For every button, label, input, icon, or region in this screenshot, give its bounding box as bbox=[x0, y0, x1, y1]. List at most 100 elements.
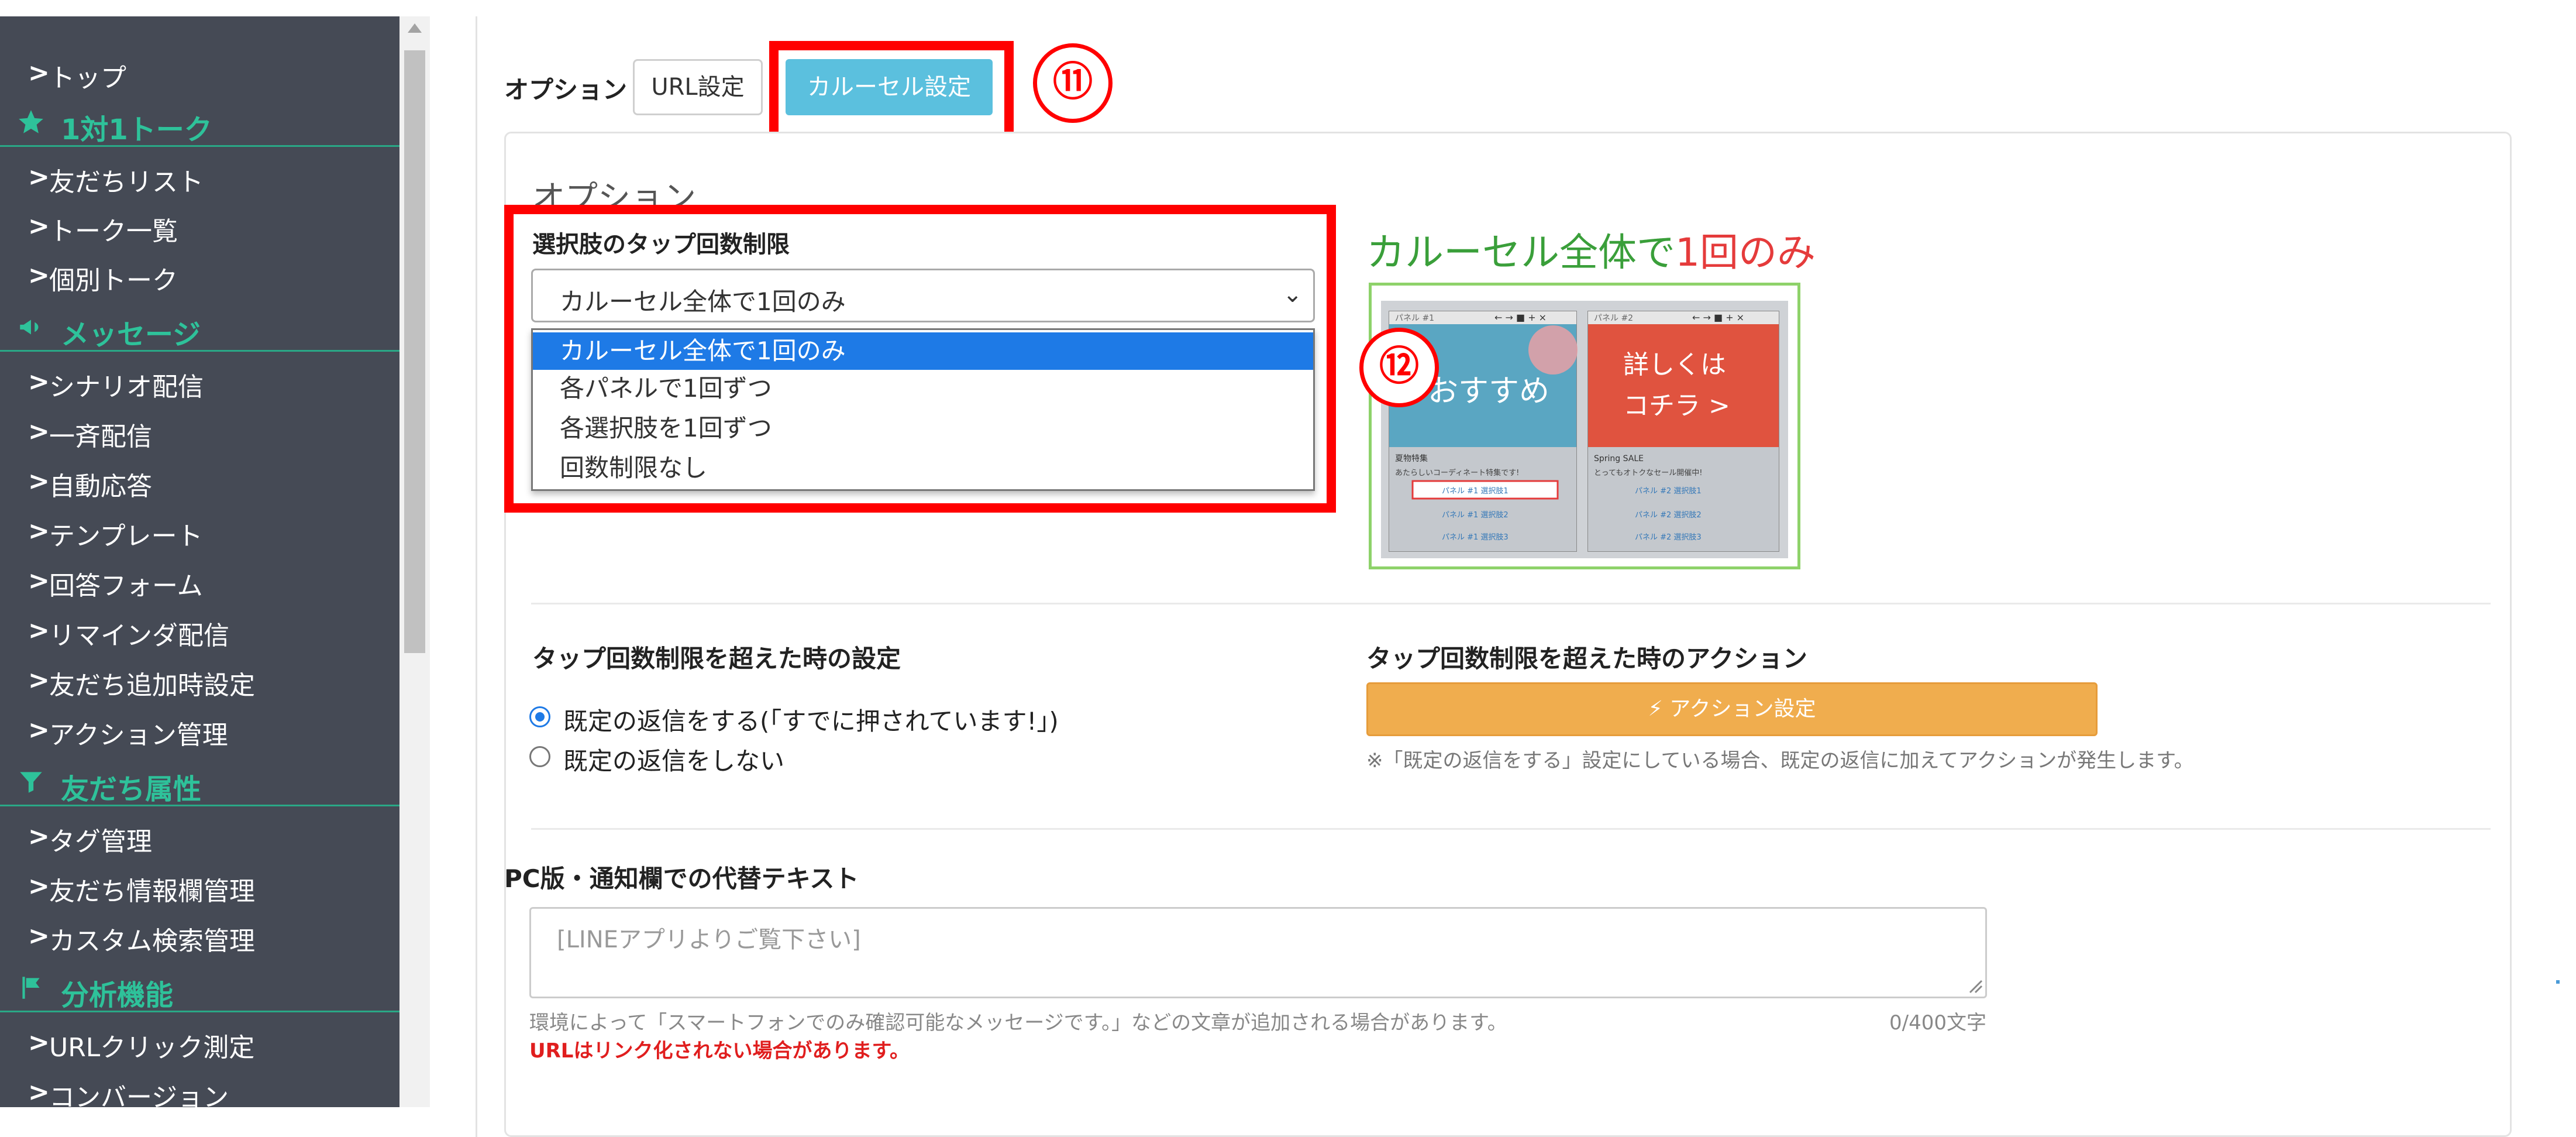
panel2-desc: とってもオトクなセール開催中! bbox=[1594, 469, 1703, 478]
star-icon bbox=[19, 110, 43, 133]
over-limit-radio-default-reply[interactable]: 既定の返信をする(「すでに押されています!」) bbox=[529, 699, 1290, 736]
sidebar-item-label: 友だち情報欄管理 bbox=[49, 877, 255, 906]
sidebar-item-top[interactable]: > トップ bbox=[0, 47, 400, 97]
callout-box-12 bbox=[504, 205, 1336, 513]
alt-text-hint: 環境によって「スマートフォンでのみ確認可能なメッセージです。」などの文章が追加さ… bbox=[529, 1011, 1507, 1035]
sidebar-section-message: メッセージ bbox=[0, 302, 400, 352]
flag-icon bbox=[22, 977, 40, 999]
preview-caption-part: で bbox=[1637, 230, 1675, 275]
sidebar-item-label: 自動応答 bbox=[49, 472, 152, 501]
panel1-choice: パネル #1 選択肢2 bbox=[1442, 510, 1509, 520]
sidebar-item-action-management[interactable]: > アクション管理 bbox=[0, 704, 400, 754]
sidebar-item-broadcast[interactable]: > 一斉配信 bbox=[0, 406, 400, 455]
sidebar-item-auto-reply[interactable]: > 自動応答 bbox=[0, 455, 400, 505]
section-divider bbox=[531, 603, 2491, 604]
scrollbar-thumb[interactable] bbox=[404, 50, 425, 653]
sidebar-section-analytics: 分析機能 bbox=[0, 963, 400, 1012]
sidebar-item-label: カスタム検索管理 bbox=[49, 926, 255, 956]
sidebar-item-answer-form[interactable]: > 回答フォーム bbox=[0, 555, 400, 604]
carousel-preview-image: パネル #1 ← → ■ + × おすすめ 夏物特集 あたらしいコーディネート特… bbox=[1369, 283, 1800, 569]
sidebar-section-one-on-one-talk: 1対1トーク bbox=[0, 97, 400, 147]
panel1-desc: あたらしいコーディネート特集です! bbox=[1395, 468, 1519, 478]
sidebar-item-label: 一斉配信 bbox=[49, 422, 152, 452]
sidebar-item-label: 友だちリスト bbox=[49, 167, 204, 197]
sidebar-item-label: URLクリック測定 bbox=[49, 1033, 255, 1063]
alt-text-label: PC版・通知欄での代替テキスト bbox=[504, 864, 859, 893]
scroll-up-arrow-icon[interactable] bbox=[408, 23, 422, 33]
sidebar-scrollbar[interactable] bbox=[400, 16, 430, 1107]
chevron-right-icon: > bbox=[28, 822, 50, 851]
panel1-choice: パネル #1 選択肢1 bbox=[1442, 486, 1509, 496]
resize-handle-icon[interactable] bbox=[1968, 978, 1983, 994]
chevron-right-icon: > bbox=[28, 260, 50, 290]
chevron-right-icon: > bbox=[28, 516, 50, 546]
sidebar-item-talk-list[interactable]: > トーク一覧 bbox=[0, 200, 400, 250]
radio-button[interactable] bbox=[529, 746, 550, 767]
panel2-choice: パネル #2 選択肢3 bbox=[1635, 533, 1702, 542]
sidebar-section-friend-attributes: 友だち属性 bbox=[0, 757, 400, 806]
sidebar-item-friend-list[interactable]: > 友だちリスト bbox=[0, 151, 400, 201]
megaphone-icon bbox=[20, 320, 39, 335]
sidebar-item-url-click[interactable]: > URLクリック測定 bbox=[0, 1016, 400, 1066]
preview-caption: カルーセル全体で1回のみ bbox=[1366, 221, 1816, 277]
chevron-right-icon: > bbox=[28, 162, 50, 192]
sidebar-item-label: アクション管理 bbox=[49, 720, 228, 750]
sidebar-item-tag-management[interactable]: > タグ管理 bbox=[0, 810, 400, 860]
sidebar-item-friend-info-fields[interactable]: > 友だち情報欄管理 bbox=[0, 860, 400, 910]
url-settings-button[interactable]: URL設定 bbox=[633, 59, 763, 115]
action-note: ※「既定の返信をする」設定にしている場合、既定の返信に加えてアクションが発生しま… bbox=[1366, 749, 2194, 772]
panel2-choice: パネル #2 選択肢1 bbox=[1635, 486, 1702, 496]
preview-caption-part: カルーセル全体 bbox=[1366, 230, 1637, 275]
sidebar-item-label: テンプレート bbox=[49, 521, 203, 551]
sidebar-item-label: シナリオ配信 bbox=[49, 372, 204, 402]
over-limit-radio-no-reply[interactable]: 既定の返信をしない bbox=[529, 739, 1290, 775]
sidebar-item-reminder[interactable]: > リマインダ配信 bbox=[0, 604, 400, 654]
content-divider bbox=[476, 16, 477, 1137]
preview-caption-part: 1回のみ bbox=[1675, 230, 1816, 275]
panel1-choice: パネル #1 選択肢3 bbox=[1442, 533, 1509, 542]
filter-icon bbox=[20, 772, 42, 793]
chevron-right-icon: > bbox=[28, 367, 50, 397]
action-settings-button[interactable]: ⚡ アクション設定 bbox=[1366, 682, 2098, 736]
sidebar-section-label: 1対1トーク bbox=[61, 114, 212, 146]
sidebar-item-label: トップ bbox=[49, 63, 126, 93]
radio-label: 既定の返信をする(「すでに押されています!」) bbox=[563, 707, 1059, 736]
section-divider bbox=[531, 828, 2491, 830]
sidebar: > トップ 1対1トーク > 友だちリスト > トーク一覧 > 個別トーク メッ… bbox=[0, 16, 400, 1107]
sidebar-section-label: 友だち属性 bbox=[61, 773, 202, 806]
alt-text-warning: URLはリンク化されない場合があります。 bbox=[529, 1039, 910, 1063]
sidebar-item-label: トーク一覧 bbox=[49, 217, 178, 246]
sidebar-item-conversion[interactable]: > コンバージョン bbox=[0, 1066, 400, 1107]
sidebar-section-label: メッセージ bbox=[61, 318, 201, 351]
chevron-right-icon: > bbox=[28, 871, 50, 901]
panel2-image-text: 詳しくは bbox=[1623, 350, 1726, 380]
panel2-choice: パネル #2 選択肢2 bbox=[1635, 510, 1702, 520]
sidebar-item-custom-search[interactable]: > カスタム検索管理 bbox=[0, 910, 400, 960]
panel2-image-text: コチラ > bbox=[1623, 391, 1730, 421]
radio-button-checked[interactable] bbox=[529, 706, 550, 727]
sidebar-item-label: 回答フォーム bbox=[49, 571, 203, 601]
chevron-right-icon: > bbox=[28, 417, 50, 446]
callout-number-11: ⑪ bbox=[1033, 43, 1113, 123]
sidebar-item-template[interactable]: > テンプレート bbox=[0, 505, 400, 555]
over-limit-action-label: タップ回数制限を超えた時のアクション bbox=[1366, 644, 1807, 673]
sidebar-item-scenario[interactable]: > シナリオ配信 bbox=[0, 356, 400, 406]
callout-box-11 bbox=[769, 41, 1014, 142]
chevron-right-icon: > bbox=[28, 1028, 50, 1057]
sidebar-item-friend-add-settings[interactable]: > 友だち追加時設定 bbox=[0, 654, 400, 704]
alt-text-char-count: 0/400文字 bbox=[1889, 1011, 1986, 1035]
carousel-preview-graphic: パネル #1 ← → ■ + × おすすめ 夏物特集 あたらしいコーディネート特… bbox=[1381, 301, 1788, 558]
sidebar-item-individual-talk[interactable]: > 個別トーク bbox=[0, 249, 400, 299]
sidebar-item-label: 個別トーク bbox=[49, 266, 178, 296]
chevron-right-icon: > bbox=[28, 58, 50, 88]
chevron-right-icon: > bbox=[28, 921, 50, 951]
panel1-badge: パネル #1 bbox=[1395, 314, 1434, 323]
sidebar-item-label: 友だち追加時設定 bbox=[49, 671, 255, 700]
chevron-right-icon: > bbox=[28, 211, 50, 241]
chevron-right-icon: > bbox=[28, 1077, 50, 1107]
chevron-right-icon: > bbox=[28, 715, 50, 745]
chevron-right-icon: > bbox=[28, 566, 50, 596]
panel1-toolbar-icons: ← → ■ + × bbox=[1494, 312, 1547, 323]
panel2-toolbar-icons: ← → ■ + × bbox=[1692, 312, 1744, 323]
alt-text-input[interactable] bbox=[529, 907, 1987, 998]
